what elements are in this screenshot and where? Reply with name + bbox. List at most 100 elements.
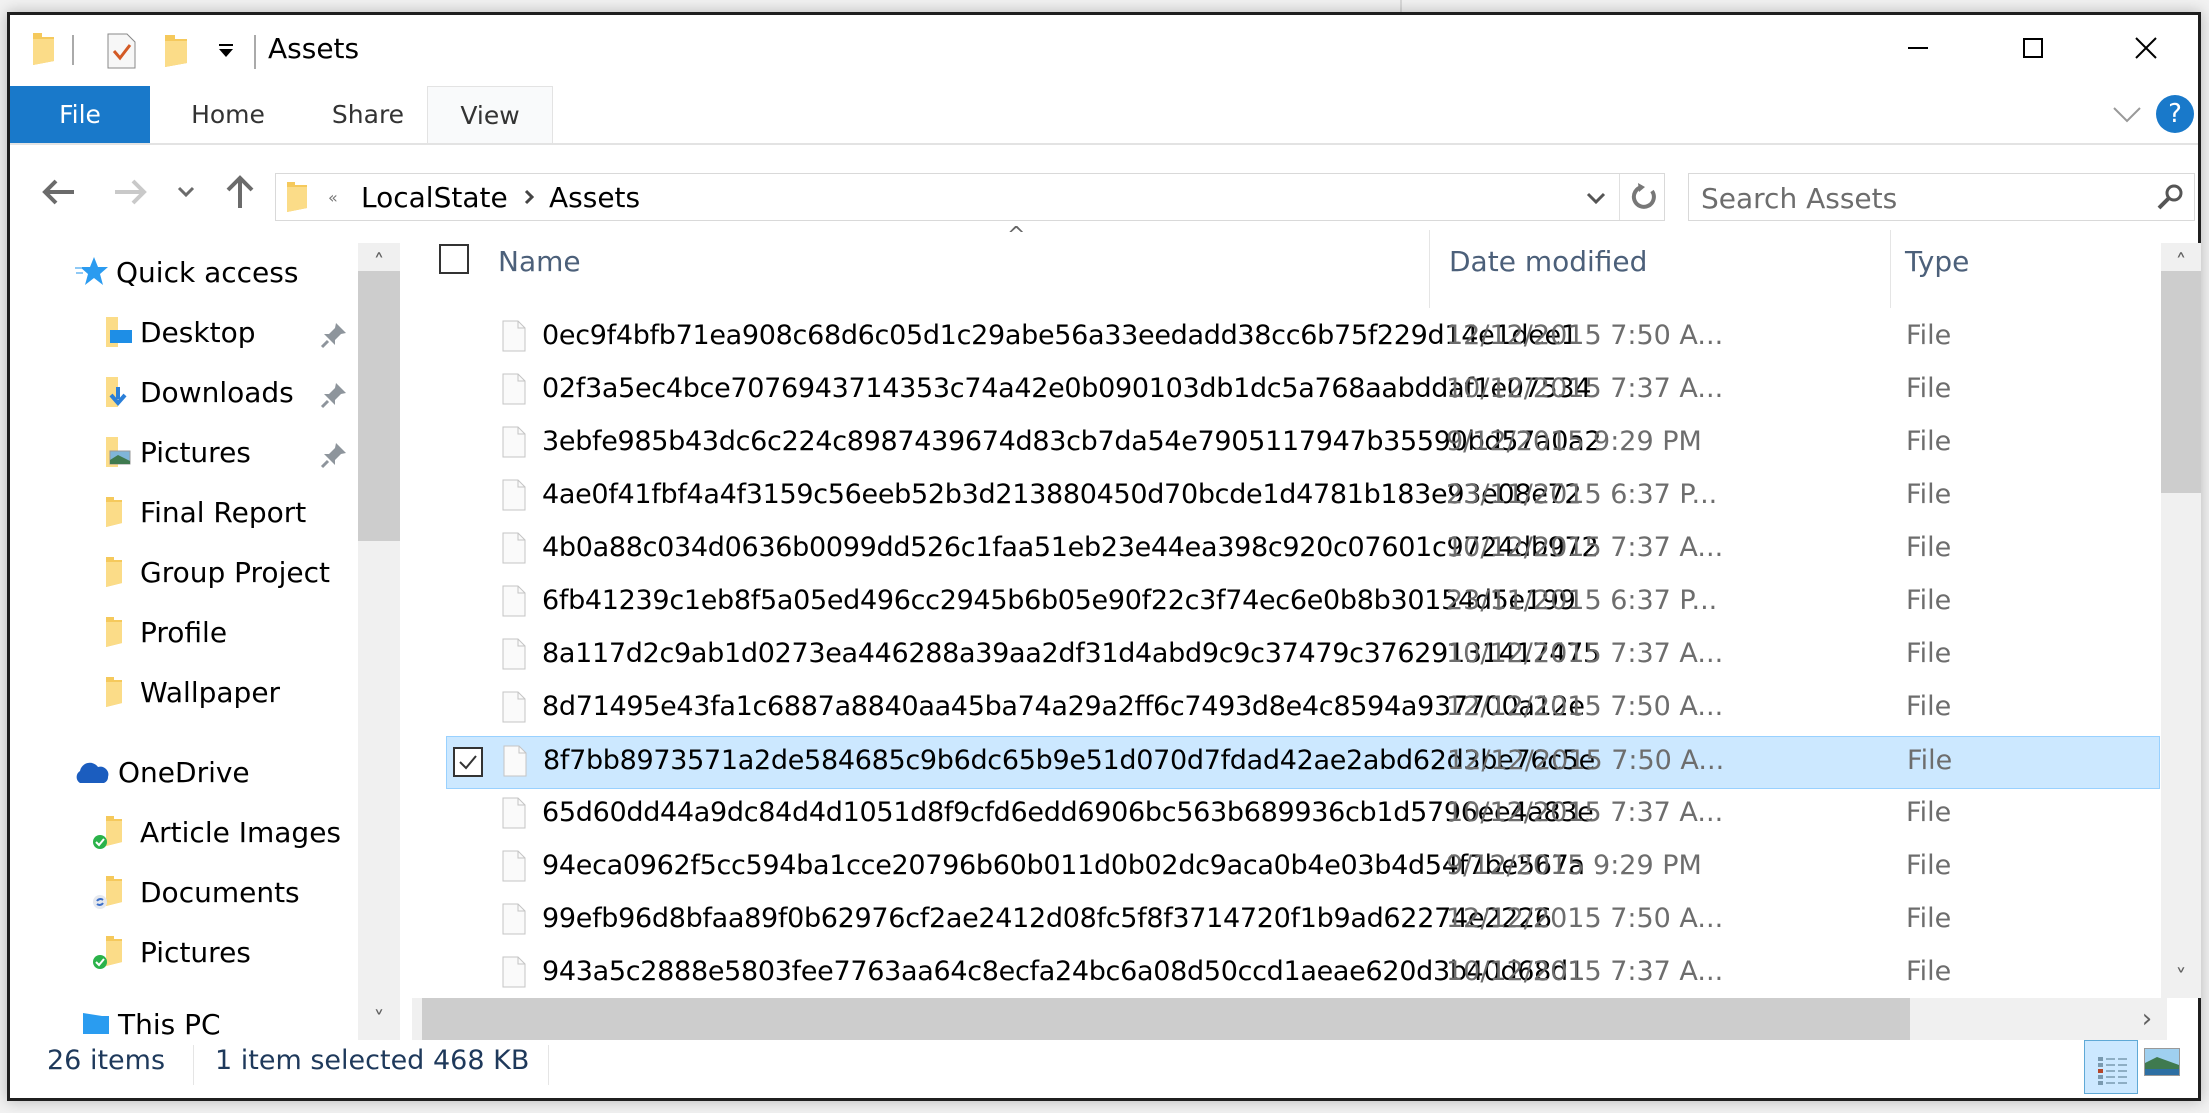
folder-icon[interactable]: [30, 31, 58, 67]
nav-item-profile[interactable]: Profile: [98, 606, 227, 658]
breadcrumb-localstate[interactable]: LocalState: [361, 177, 508, 217]
file-icon: [502, 426, 526, 458]
desktop-folder-icon: [106, 317, 132, 347]
nav-label: Documents: [140, 875, 300, 909]
address-dropdown-icon[interactable]: [1586, 192, 1606, 206]
file-row[interactable]: 8a117d2c9ab1d0273ea446288a39aa2df31d4abd…: [446, 630, 2160, 683]
file-type: File: [1906, 426, 1952, 457]
column-separator[interactable]: [1890, 230, 1891, 308]
file-row[interactable]: 8d71495e43fa1c6887a8840aa45ba74a29a2ff6c…: [446, 683, 2160, 736]
properties-icon[interactable]: [107, 33, 137, 69]
nav-item-final-report[interactable]: Final Report: [98, 486, 306, 538]
back-arrow-icon: [42, 179, 74, 205]
file-date-modified: 12/12/2015 7:50 A...: [1446, 903, 1724, 934]
file-row[interactable]: 8f7bb8973571a2de584685c9b6dc65b9e51d070d…: [446, 736, 2160, 789]
nav-item-documents[interactable]: Documents: [92, 866, 300, 918]
tab-home[interactable]: Home: [168, 86, 288, 143]
details-view-icon: [2098, 1057, 2127, 1085]
search-box[interactable]: [1688, 173, 2195, 221]
file-icon: [502, 638, 526, 670]
tab-view[interactable]: View: [427, 86, 553, 144]
file-row[interactable]: 02f3a5ec4bce7076943714353c74a42e0b090103…: [446, 365, 2160, 418]
file-icon: [502, 532, 526, 564]
nav-this-pc[interactable]: This PC: [82, 998, 221, 1040]
details-view-button[interactable]: [2084, 1040, 2138, 1094]
toolbar-separator: [72, 35, 74, 65]
nav-item-downloads[interactable]: Downloads: [98, 366, 294, 418]
horizontal-scrollbar-thumb[interactable]: [422, 998, 1910, 1040]
file-row[interactable]: 0ec9f4bfb71ea908c68d6c05d1c29abe56a33eed…: [446, 312, 2160, 365]
new-folder-icon[interactable]: [163, 33, 189, 69]
customize-dropdown-icon[interactable]: [217, 43, 235, 59]
large-icons-view-button[interactable]: [2144, 1048, 2180, 1076]
forward-arrow-icon: [115, 179, 147, 205]
nav-label: Quick access: [116, 255, 299, 289]
help-button[interactable]: ?: [2156, 95, 2194, 133]
tab-file[interactable]: File: [10, 86, 150, 143]
horizontal-scrollbar[interactable]: ‹ ›: [412, 998, 2167, 1040]
up-button[interactable]: [218, 170, 262, 214]
file-row[interactable]: 4ae0f41fbf4a4f3159c56eeb52b3d213880450d7…: [446, 471, 2160, 524]
select-all-checkbox[interactable]: [439, 244, 469, 274]
pin-icon[interactable]: [320, 381, 348, 409]
file-list-scrollbar[interactable]: ˄ ˅: [2161, 243, 2201, 998]
nav-label: Pictures: [140, 435, 251, 469]
address-bar[interactable]: « LocalState Assets: [275, 173, 1665, 221]
nav-item-article-images[interactable]: Article Images: [92, 806, 341, 858]
nav-scrollbar-thumb[interactable]: [358, 271, 400, 541]
search-input[interactable]: [1699, 176, 2143, 220]
file-row[interactable]: 4b0a88c034d0636b0099dd526c1faa51eb23e44e…: [446, 524, 2160, 577]
nav-item-group-project[interactable]: Group Project: [98, 546, 330, 598]
file-icon: [502, 373, 526, 405]
file-type: File: [1906, 320, 1952, 351]
breadcrumb-separator-icon[interactable]: [524, 189, 534, 205]
scroll-down-arrow-icon[interactable]: ˅: [358, 1000, 400, 1040]
pin-icon[interactable]: [320, 321, 348, 349]
nav-pane-scrollbar[interactable]: ˄ ˅: [358, 243, 400, 1040]
maximize-icon: [2022, 38, 2043, 58]
file-icon: [502, 956, 526, 988]
nav-onedrive[interactable]: OneDrive: [72, 746, 250, 798]
file-icon: [502, 797, 526, 829]
breadcrumb-assets[interactable]: Assets: [549, 177, 640, 217]
scroll-right-arrow-icon[interactable]: ›: [2127, 998, 2167, 1040]
row-checkbox[interactable]: [453, 747, 483, 777]
file-list-scrollbar-thumb[interactable]: [2161, 271, 2201, 493]
desktop-background: [1400, 0, 1402, 12]
nav-label: Final Report: [140, 495, 307, 529]
navigation-pane: Quick access Desktop Downloads Pictures …: [10, 228, 405, 1040]
back-button[interactable]: [37, 170, 81, 214]
nav-item-onedrive-pictures[interactable]: Pictures: [92, 926, 251, 978]
nav-quick-access[interactable]: Quick access: [74, 246, 298, 298]
file-row[interactable]: 99efb96d8bfaa89f0b62976cf2ae2412d08fc5f8…: [446, 895, 2160, 948]
synced-folder-icon: [93, 936, 122, 969]
file-row[interactable]: 943a5c2888e5803fee7763aa64c8ecfa24bc6a08…: [446, 948, 2160, 1001]
file-row[interactable]: 3ebfe985b43dc6c224c8987439674d83cb7da54e…: [446, 418, 2160, 471]
expand-ribbon-chevron-icon[interactable]: [2112, 105, 2142, 125]
column-separator[interactable]: [1429, 230, 1430, 308]
file-type: File: [1906, 585, 1952, 616]
column-header-name[interactable]: Name: [498, 245, 581, 278]
forward-button[interactable]: [108, 170, 152, 214]
nav-item-pictures[interactable]: Pictures: [98, 426, 251, 478]
minimize-button[interactable]: [1860, 15, 1975, 81]
column-header-date-modified[interactable]: Date modified: [1449, 245, 1647, 278]
search-icon[interactable]: [2156, 183, 2184, 211]
recent-locations-button[interactable]: [164, 170, 208, 214]
close-icon: [2134, 37, 2157, 59]
nav-item-desktop[interactable]: Desktop: [98, 306, 255, 358]
refresh-icon[interactable]: [1628, 182, 1658, 212]
status-selection: 1 item selected: [215, 1045, 425, 1076]
nav-item-wallpaper[interactable]: Wallpaper: [98, 666, 280, 718]
maximize-button[interactable]: [1975, 15, 2090, 81]
file-row[interactable]: 65d60dd44a9dc84d4d1051d8f9cfd6edd6906bc5…: [446, 789, 2160, 842]
nav-label: Profile: [140, 615, 228, 649]
column-header-type[interactable]: Type: [1905, 245, 1969, 278]
close-button[interactable]: [2088, 15, 2203, 81]
scroll-down-arrow-icon[interactable]: ˅: [2161, 958, 2201, 998]
pin-icon[interactable]: [320, 441, 348, 469]
breadcrumb-overflow[interactable]: «: [328, 177, 338, 217]
file-row[interactable]: 94eca0962f5cc594ba1cce20796b60b011d0b02d…: [446, 842, 2160, 895]
file-row[interactable]: 6fb41239c1eb8f5a05ed496cc2945b6b05e90f22…: [446, 577, 2160, 630]
tab-share[interactable]: Share: [308, 86, 428, 143]
